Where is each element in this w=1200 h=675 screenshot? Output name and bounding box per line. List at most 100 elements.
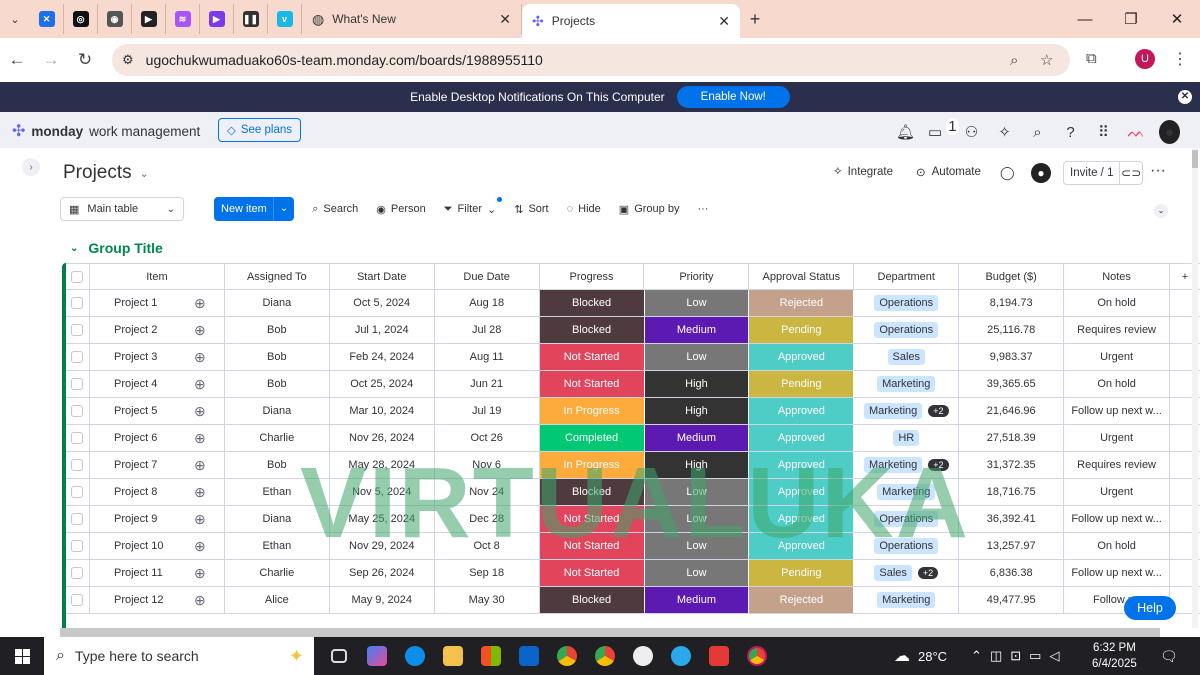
- table-row[interactable]: Project 3 ⊕ Bob Feb 24, 2024 Aug 11 Not Start…: [66, 344, 1200, 371]
- taskbar-clock[interactable]: 6:32 PM 6/4/2025: [1092, 640, 1137, 672]
- tab-search-dropdown[interactable]: ⌄: [0, 4, 30, 34]
- budget-cell[interactable]: 8,194.73: [959, 290, 1065, 316]
- start-date-cell[interactable]: Nov 26, 2024: [330, 425, 435, 451]
- row-checkbox[interactable]: [66, 533, 90, 559]
- table-row[interactable]: Project 9 ⊕ Diana May 25, 2024 Dec 28 Not Sta…: [66, 506, 1200, 533]
- budget-cell[interactable]: 25,116.78: [959, 317, 1065, 343]
- battery-icon[interactable]: ▭: [1029, 648, 1041, 664]
- priority-status[interactable]: High: [644, 398, 750, 424]
- department-cell[interactable]: Marketing +2: [854, 398, 960, 424]
- add-update-icon[interactable]: ⊕: [176, 371, 225, 397]
- department-cell[interactable]: Operations: [854, 506, 960, 532]
- notes-cell[interactable]: Urgent: [1064, 344, 1171, 370]
- task-view-icon[interactable]: [320, 637, 358, 675]
- table-row[interactable]: Project 7 ⊕ Bob May 28, 2024 Nov 6 In Progres…: [66, 452, 1200, 479]
- chrome-alt-icon[interactable]: [586, 637, 624, 675]
- department-cell[interactable]: Operations: [854, 290, 960, 316]
- column-header-due-date[interactable]: Due Date: [435, 264, 540, 289]
- priority-status[interactable]: Low: [644, 344, 750, 370]
- pinned-tab-5[interactable]: ≋: [166, 4, 200, 34]
- due-date-cell[interactable]: Aug 11: [435, 344, 540, 370]
- due-date-cell[interactable]: Nov 24: [435, 479, 540, 505]
- row-checkbox[interactable]: [66, 344, 90, 370]
- item-name[interactable]: Project 7: [90, 452, 176, 478]
- column-header-assigned[interactable]: Assigned To: [225, 264, 330, 289]
- item-name[interactable]: Project 9: [90, 506, 176, 532]
- assigned-cell[interactable]: Diana: [225, 506, 330, 532]
- copilot-icon[interactable]: [358, 637, 396, 675]
- automate-button[interactable]: ⊙ Automate: [916, 165, 981, 179]
- notes-cell[interactable]: Requires review: [1064, 317, 1171, 343]
- table-row[interactable]: Project 11 ⊕ Charlie Sep 26, 2024 Sep 18 Not …: [66, 560, 1200, 587]
- reload-icon[interactable]: ↻: [68, 50, 102, 70]
- due-date-cell[interactable]: Aug 18: [435, 290, 540, 316]
- meet-icon[interactable]: ◫: [990, 648, 1002, 664]
- outlook-icon[interactable]: [510, 637, 548, 675]
- approval-status[interactable]: Pending: [749, 317, 855, 343]
- board-title[interactable]: Projects ⌄: [63, 162, 149, 184]
- row-checkbox[interactable]: [66, 560, 90, 586]
- add-update-icon[interactable]: ⊕: [176, 506, 225, 532]
- budget-cell[interactable]: 49,477.95: [959, 587, 1065, 613]
- progress-status[interactable]: Not Started: [539, 371, 645, 397]
- sort-button[interactable]: ⇅ Sort: [514, 203, 548, 216]
- apps-puzzle-icon[interactable]: ✧: [994, 123, 1015, 141]
- budget-cell[interactable]: 13,257.97: [959, 533, 1065, 559]
- priority-status[interactable]: Low: [644, 290, 750, 316]
- row-checkbox[interactable]: [66, 587, 90, 613]
- department-cell[interactable]: Marketing: [854, 479, 960, 505]
- department-cell[interactable]: Sales +2: [854, 560, 960, 586]
- table-row[interactable]: Project 1 ⊕ Diana Oct 5, 2024 Aug 18 Blocked L…: [66, 290, 1200, 317]
- paint-icon[interactable]: [700, 637, 738, 675]
- budget-cell[interactable]: 39,365.65: [959, 371, 1065, 397]
- start-date-cell[interactable]: Oct 5, 2024: [330, 290, 435, 316]
- table-row[interactable]: Project 10 ⊕ Ethan Nov 29, 2024 Oct 8 Not Sta…: [66, 533, 1200, 560]
- budget-cell[interactable]: 27,518.39: [959, 425, 1065, 451]
- budget-cell[interactable]: 9,983.37: [959, 344, 1065, 370]
- tab-whats-new[interactable]: ◍ What's New ✕: [302, 4, 522, 34]
- grid-icon[interactable]: ⠿: [1093, 123, 1114, 141]
- row-checkbox[interactable]: [66, 452, 90, 478]
- profile-avatar[interactable]: U: [1135, 49, 1155, 69]
- priority-status[interactable]: Medium: [644, 425, 750, 451]
- progress-status[interactable]: Blocked: [539, 479, 645, 505]
- board-owner-avatar[interactable]: ●: [1031, 163, 1051, 183]
- due-date-cell[interactable]: Dec 28: [435, 506, 540, 532]
- due-date-cell[interactable]: Nov 6: [435, 452, 540, 478]
- priority-status[interactable]: Medium: [644, 317, 750, 343]
- site-info-icon[interactable]: ⚙: [122, 52, 134, 68]
- inbox-icon[interactable]: ▭ 1: [928, 118, 959, 141]
- start-date-cell[interactable]: May 28, 2024: [330, 452, 435, 478]
- pinned-tab-2[interactable]: ◎: [64, 4, 98, 34]
- tab-projects[interactable]: ✣ Projects ✕: [522, 4, 740, 38]
- progress-status[interactable]: Completed: [539, 425, 645, 451]
- notification-center-icon[interactable]: 🗨︎: [1160, 648, 1178, 665]
- priority-status[interactable]: Low: [644, 533, 750, 559]
- department-cell[interactable]: HR: [854, 425, 960, 451]
- start-date-cell[interactable]: Sep 26, 2024: [330, 560, 435, 586]
- column-header-item[interactable]: Item: [90, 264, 225, 289]
- due-date-cell[interactable]: Oct 8: [435, 533, 540, 559]
- approval-status[interactable]: Approved: [749, 533, 855, 559]
- approval-status[interactable]: Approved: [749, 479, 855, 505]
- column-header-start-date[interactable]: Start Date: [330, 264, 435, 289]
- more-tags-badge[interactable]: +2: [928, 405, 949, 417]
- row-checkbox[interactable]: [66, 425, 90, 451]
- search-button[interactable]: ⌕ Search: [312, 203, 358, 216]
- notes-cell[interactable]: On hold: [1064, 371, 1171, 397]
- new-item-button[interactable]: New item ⌄: [214, 197, 295, 221]
- notes-cell[interactable]: Urgent: [1064, 479, 1171, 505]
- assigned-cell[interactable]: Charlie: [225, 425, 330, 451]
- item-name[interactable]: Project 5: [90, 398, 176, 424]
- help-icon[interactable]: ?: [1060, 124, 1081, 141]
- chevron-up-icon[interactable]: ⌃: [971, 648, 982, 664]
- copy-link-icon[interactable]: ⊂⊃: [1120, 166, 1142, 180]
- pinned-tab-7[interactable]: ❚❚: [234, 4, 268, 34]
- item-name[interactable]: Project 11: [90, 560, 176, 586]
- add-update-icon[interactable]: ⊕: [176, 587, 225, 613]
- filter-button[interactable]: ⏷ Filter ⌄: [444, 196, 503, 216]
- more-tags-badge[interactable]: +2: [917, 567, 939, 579]
- search-icon[interactable]: ⌕: [1027, 124, 1048, 141]
- progress-status[interactable]: Not Started: [539, 533, 645, 559]
- department-cell[interactable]: Marketing: [854, 371, 960, 397]
